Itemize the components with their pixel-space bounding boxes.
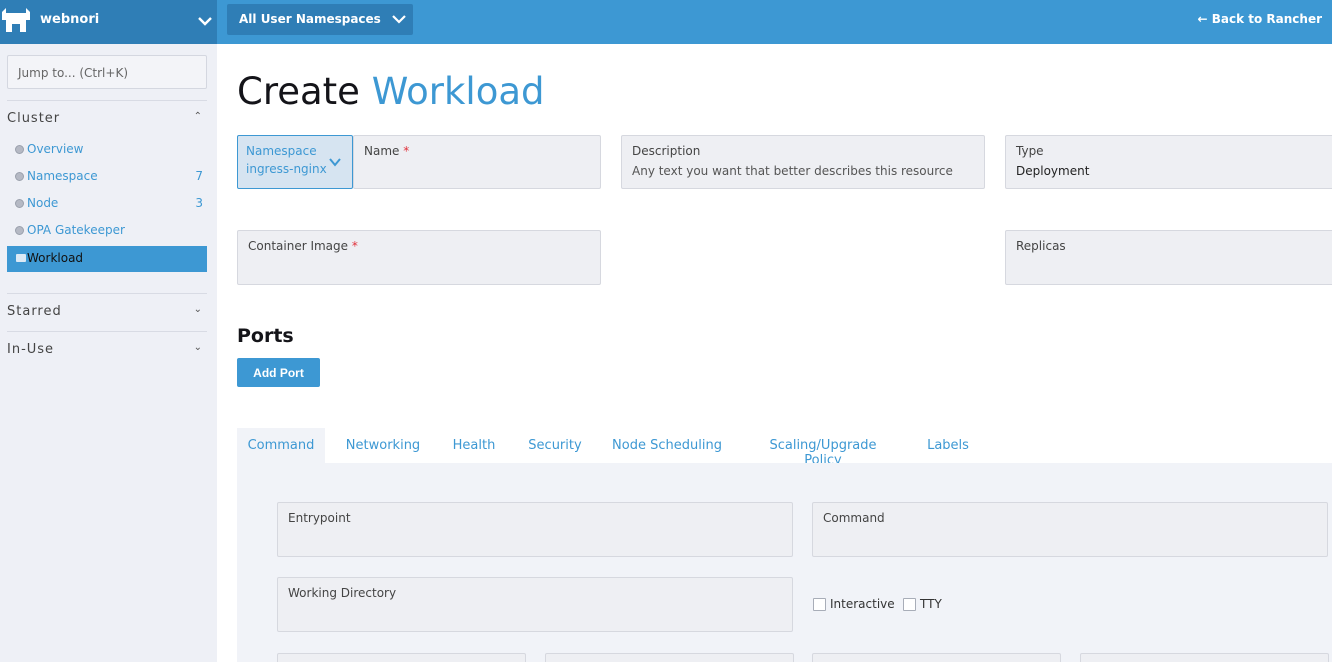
- container-image-label: Container Image *: [248, 239, 358, 253]
- sidebar-group-cluster[interactable]: Cluster ⌃: [7, 111, 207, 126]
- sidebar-item-label: Workload: [27, 251, 84, 265]
- sidebar-item-label: Node: [27, 196, 59, 210]
- name-label-text: Name: [364, 144, 400, 158]
- sidebar-group-label: In-Use: [7, 342, 55, 357]
- chevron-down-icon: [392, 15, 406, 24]
- name-label: Name *: [364, 144, 409, 158]
- namespace-select[interactable]: Namespace ingress-nginx: [237, 135, 353, 189]
- back-to-rancher-link[interactable]: ← Back to Rancher: [1198, 12, 1323, 26]
- page-title-prefix: Create: [237, 70, 360, 113]
- sidebar-group-starred[interactable]: Starred ⌄: [7, 304, 207, 319]
- sidebar-item-label: Namespace: [27, 169, 98, 183]
- replicas-field[interactable]: Replicas: [1005, 230, 1332, 285]
- resource-field[interactable]: [277, 653, 526, 662]
- tab-node-scheduling[interactable]: Node Scheduling: [611, 428, 723, 463]
- required-marker: *: [403, 144, 410, 158]
- sidebar-item-node[interactable]: Node 3: [7, 191, 207, 217]
- working-directory-label: Working Directory: [288, 586, 397, 600]
- jump-to-input[interactable]: Jump to... (Ctrl+K): [7, 55, 207, 89]
- chevron-down-icon: [329, 158, 341, 167]
- ports-heading: Ports: [237, 325, 294, 347]
- namespace-label: Namespace: [246, 144, 317, 158]
- main-content: Create Workload Namespace ingress-nginx …: [217, 44, 1332, 662]
- tab-security[interactable]: Security: [525, 428, 585, 463]
- tab-command[interactable]: Command: [237, 428, 325, 463]
- entrypoint-label: Entrypoint: [288, 511, 351, 525]
- tab-scaling-upgrade-policy[interactable]: Scaling/Upgrade Policy: [749, 428, 897, 468]
- description-field[interactable]: Description Any text you want that bette…: [621, 135, 985, 189]
- sidebar-group-label: Cluster: [7, 111, 61, 126]
- resource-field[interactable]: [812, 653, 1061, 662]
- chevron-down-icon: ⌄: [193, 304, 203, 315]
- tab-labels[interactable]: Labels: [923, 428, 973, 463]
- circle-icon: [15, 145, 24, 154]
- required-marker: *: [351, 239, 358, 253]
- sidebar-item-opa-gatekeeper[interactable]: OPA Gatekeeper: [7, 218, 207, 244]
- container-image-field[interactable]: Container Image *: [237, 230, 601, 285]
- circle-icon: [15, 172, 24, 181]
- namespace-value: ingress-nginx: [246, 162, 327, 176]
- chevron-down-icon: ⌄: [193, 342, 203, 353]
- interactive-label: Interactive: [830, 597, 895, 611]
- divider: [7, 293, 207, 294]
- name-field[interactable]: Name *: [353, 135, 601, 189]
- sidebar-item-workload[interactable]: Workload: [7, 246, 207, 272]
- sidebar-item-label: Overview: [27, 142, 84, 156]
- sidebar: Jump to... (Ctrl+K) Cluster ⌃ Overview N…: [0, 44, 217, 662]
- type-label: Type: [1016, 144, 1044, 158]
- tab-networking[interactable]: Networking: [343, 428, 423, 463]
- replicas-label: Replicas: [1016, 239, 1066, 253]
- command-field[interactable]: Command: [812, 502, 1328, 557]
- chevron-down-icon: [198, 17, 212, 26]
- tty-label: TTY: [920, 597, 942, 611]
- resource-field[interactable]: [1080, 653, 1329, 662]
- description-label: Description: [632, 144, 701, 158]
- sidebar-group-in-use[interactable]: In-Use ⌄: [7, 342, 207, 357]
- type-value: Deployment: [1016, 164, 1090, 178]
- command-tab-panel: Entrypoint Command Working Directory Int…: [237, 463, 1332, 662]
- tab-health[interactable]: Health: [449, 428, 499, 463]
- sidebar-item-count: 3: [195, 196, 203, 210]
- resource-field[interactable]: [545, 653, 794, 662]
- command-label: Command: [823, 511, 885, 525]
- sidebar-item-label: OPA Gatekeeper: [27, 223, 125, 237]
- entrypoint-field[interactable]: Entrypoint: [277, 502, 793, 557]
- workload-tabs: Command Networking Health Security Node …: [237, 428, 1332, 468]
- top-bar: webnori All User Namespaces ← Back to Ra…: [0, 0, 1332, 44]
- circle-icon: [15, 199, 24, 208]
- page-title-resource: Workload: [371, 70, 545, 113]
- description-placeholder: Any text you want that better describes …: [632, 164, 953, 178]
- tty-checkbox[interactable]: [903, 598, 916, 611]
- type-select[interactable]: Type Deployment: [1005, 135, 1332, 189]
- cluster-switcher[interactable]: webnori: [0, 0, 217, 44]
- namespace-filter-dropdown[interactable]: All User Namespaces: [227, 4, 413, 35]
- sidebar-item-namespace[interactable]: Namespace 7: [7, 164, 207, 190]
- chevron-up-icon: ⌃: [193, 111, 203, 122]
- sidebar-item-count: 7: [195, 169, 203, 183]
- interactive-checkbox[interactable]: [813, 598, 826, 611]
- sidebar-group-label: Starred: [7, 304, 62, 319]
- cluster-name: webnori: [40, 12, 100, 27]
- namespace-filter-value: All User Namespaces: [239, 12, 381, 26]
- page-title: Create Workload: [237, 70, 545, 113]
- circle-icon: [15, 226, 24, 235]
- divider: [7, 331, 207, 332]
- rancher-logo-icon: [2, 8, 30, 32]
- working-directory-field[interactable]: Working Directory: [277, 577, 793, 632]
- folder-icon: [16, 254, 26, 262]
- sidebar-item-overview[interactable]: Overview: [7, 137, 207, 163]
- divider: [7, 100, 207, 101]
- container-image-label-text: Container Image: [248, 239, 349, 253]
- add-port-button[interactable]: Add Port: [237, 358, 320, 387]
